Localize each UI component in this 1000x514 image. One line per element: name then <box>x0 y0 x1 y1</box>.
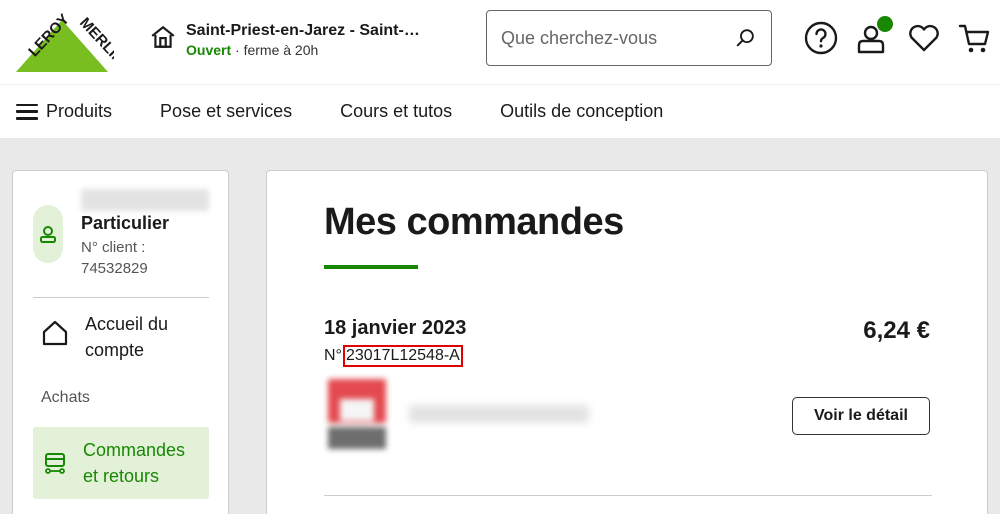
help-button[interactable] <box>803 20 839 56</box>
cart-icon <box>958 24 990 53</box>
account-status-dot <box>877 16 893 32</box>
leroy-merlin-logo[interactable]: LEROY MERLIN <box>10 6 128 72</box>
nav-products-label: Produits <box>46 101 113 121</box>
avatar <box>33 205 63 263</box>
store-hours: Ouvert · ferme à 20h <box>186 42 420 58</box>
sidebar-item-home[interactable]: Accueil du compte <box>41 311 195 363</box>
order-price: 6,24 € <box>863 317 930 344</box>
wishlist-button[interactable] <box>906 20 942 56</box>
store-closing: · ferme à 20h <box>235 42 319 58</box>
orders-icon <box>45 453 65 474</box>
heart-icon <box>909 24 939 52</box>
product-name-redacted <box>409 405 589 423</box>
sidebar-item-orders[interactable]: Commandes et retours <box>33 427 209 499</box>
help-icon <box>804 21 838 55</box>
sidebar-item-home-label: Accueil du compte <box>85 314 169 360</box>
search-placeholder: Que cherchez-vous <box>501 27 658 48</box>
search-icon[interactable] <box>735 27 757 49</box>
title-underline <box>324 265 418 269</box>
nav-pose-services[interactable]: Pose et services <box>160 101 292 122</box>
menu-icon <box>16 103 38 120</box>
page-title: Mes commandes <box>324 201 624 243</box>
order-number-prefix: N° <box>324 347 342 364</box>
client-number-label: N° client : <box>81 239 146 256</box>
store-status: Ouvert <box>186 42 232 58</box>
nav-products[interactable]: Produits <box>16 101 112 122</box>
order-number-value: 23017L12548-A <box>342 345 463 367</box>
sidebar-item-orders-label: Commandes et retours <box>83 440 186 486</box>
main-nav: Produits Pose et services Cours et tutos… <box>0 84 1000 138</box>
home-icon <box>42 320 68 346</box>
store-selector[interactable]: Saint-Priest-en-Jarez - Saint-… Ouvert ·… <box>150 22 420 58</box>
order-divider <box>324 495 932 496</box>
section-purchases: Achats <box>41 389 90 406</box>
order-detail-button[interactable]: Voir le détail <box>792 397 930 435</box>
account-sidebar: Particulier N° client : 74532829 Accueil… <box>12 170 229 514</box>
user-icon <box>40 226 56 243</box>
top-header: LEROY MERLIN Saint-Priest-en-Jarez - Sai… <box>0 0 1000 84</box>
store-icon <box>151 25 175 48</box>
nav-cours-tutos[interactable]: Cours et tutos <box>340 101 452 122</box>
search-input[interactable]: Que cherchez-vous <box>486 10 772 66</box>
nav-outils-conception[interactable]: Outils de conception <box>500 101 663 122</box>
client-number: N° client : 74532829 <box>81 237 221 279</box>
sidebar-divider <box>33 297 209 298</box>
order-date: 18 janvier 2023 <box>324 317 467 339</box>
store-name: Saint-Priest-en-Jarez - Saint-… <box>186 22 420 39</box>
user-name-redacted <box>81 189 209 211</box>
product-thumbnail <box>324 379 390 449</box>
order-number: N° 23017L12548-A <box>324 345 463 367</box>
account-type: Particulier <box>81 213 170 233</box>
client-number-value: 74532829 <box>81 260 148 277</box>
orders-panel: Mes commandes 18 janvier 2023 N° 23017L1… <box>266 170 988 514</box>
account-button[interactable] <box>855 16 893 56</box>
cart-button[interactable] <box>957 20 993 56</box>
